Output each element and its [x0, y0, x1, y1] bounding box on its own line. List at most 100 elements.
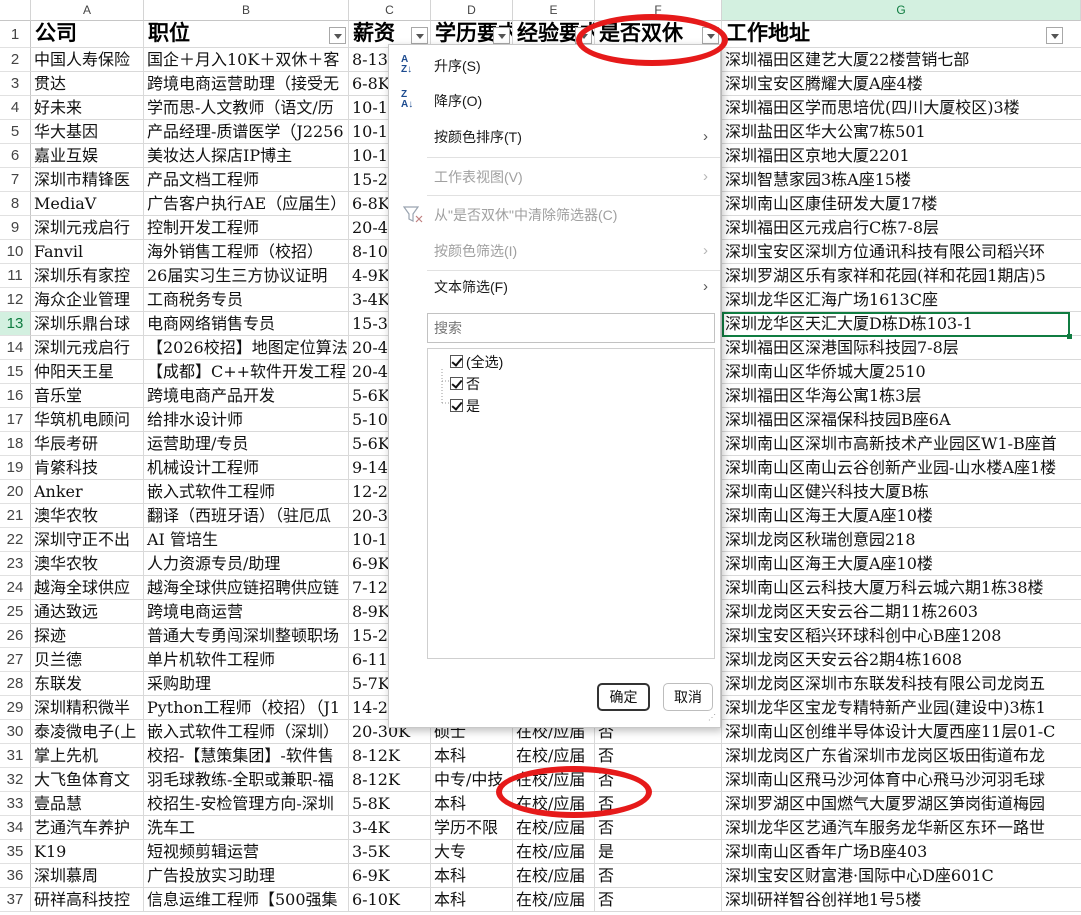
cell-address[interactable]: 深圳龙岗区天安云谷二期11栋2603	[722, 600, 1081, 624]
corner-select-all[interactable]	[0, 0, 31, 21]
row-number[interactable]: 1	[0, 21, 31, 48]
cell-company[interactable]: 深圳市精锋医	[31, 168, 144, 192]
row-number[interactable]: 14	[0, 336, 31, 360]
cell-double-weekend[interactable]: 否	[595, 864, 722, 888]
row-number[interactable]: 24	[0, 576, 31, 600]
cell-company[interactable]: 贝兰德	[31, 648, 144, 672]
row-number[interactable]: 28	[0, 672, 31, 696]
cell-position[interactable]: 海外销售工程师（校招）	[144, 240, 349, 264]
cell-experience[interactable]: 在校/应届	[513, 744, 595, 768]
col-header-a[interactable]: A	[31, 0, 144, 21]
cell-address[interactable]: 深圳南山区康佳研发大厦17楼	[722, 192, 1081, 216]
cell-address[interactable]: 深圳研祥智谷创祥地1号5楼	[722, 888, 1081, 912]
cell-position[interactable]: 广告客户执行AE（应届生）	[144, 192, 349, 216]
cell-company[interactable]: 音乐堂	[31, 384, 144, 408]
row-number[interactable]: 12	[0, 288, 31, 312]
cell-address[interactable]: 深圳福田区建艺大厦22楼营销七部	[722, 48, 1081, 72]
cell-address[interactable]: 深圳福田区学而思培优(四川大厦校区)3楼	[722, 96, 1081, 120]
row-number[interactable]: 6	[0, 144, 31, 168]
resize-grip-icon[interactable]: ⋰	[708, 714, 718, 725]
cell-address[interactable]: 深圳龙岗区秋瑞创意园218	[722, 528, 1081, 552]
cell-address[interactable]: 深圳南山区海王大厦A座10楼	[722, 504, 1081, 528]
cell-company[interactable]: 海众企业管理	[31, 288, 144, 312]
cell-position[interactable]: 给排水设计师	[144, 408, 349, 432]
cell-experience[interactable]: 在校/应届	[513, 840, 595, 864]
cell-address[interactable]: 深圳宝安区稻兴环球科创中心B座1208	[722, 624, 1081, 648]
col-header-c[interactable]: C	[349, 0, 431, 21]
cell-address[interactable]: 深圳龙岗区深圳市东联发科技有限公司龙岗五	[722, 672, 1081, 696]
cell-address[interactable]: 深圳宝安区腾耀大厦A座4楼	[722, 72, 1081, 96]
cell-company[interactable]: K19	[31, 840, 144, 864]
cell-address[interactable]: 深圳龙华区艺通汽车服务龙华新区东环一路世	[722, 816, 1081, 840]
cell-company[interactable]: 深圳守正不出	[31, 528, 144, 552]
ok-button[interactable]: 确定	[597, 683, 650, 711]
cell-salary[interactable]: 3-5K	[349, 840, 431, 864]
cell-address[interactable]: 深圳南山区海王大厦A座10楼	[722, 552, 1081, 576]
cell-company[interactable]: 深圳慕周	[31, 864, 144, 888]
cell-company[interactable]: Fanvil	[31, 240, 144, 264]
cell-double-weekend[interactable]: 否	[595, 888, 722, 912]
cell-position[interactable]: 短视频剪辑运营	[144, 840, 349, 864]
cell-company[interactable]: 壹品慧	[31, 792, 144, 816]
cell-company[interactable]: 探迹	[31, 624, 144, 648]
cell-address[interactable]: 深圳南山区云科技大厦万科云城六期1栋38楼	[722, 576, 1081, 600]
row-number[interactable]: 25	[0, 600, 31, 624]
cell-address[interactable]: 深圳福田区深港国际科技园7-8层	[722, 336, 1081, 360]
cell-salary[interactable]: 8-12K	[349, 744, 431, 768]
cell-position[interactable]: 【成都】C++软件开发工程	[144, 360, 349, 384]
cell-address[interactable]: 深圳宝安区深圳方位通讯科技有限公司稻兴环	[722, 240, 1081, 264]
cell-position[interactable]: 产品文档工程师	[144, 168, 349, 192]
row-number[interactable]: 36	[0, 864, 31, 888]
cell-double-weekend[interactable]: 否	[595, 744, 722, 768]
cell-company[interactable]: 澳华农牧	[31, 504, 144, 528]
filter-option-yes[interactable]: 是	[436, 396, 556, 416]
cell-address[interactable]: 深圳福田区华海公寓1栋3层	[722, 384, 1081, 408]
cell-address[interactable]: 深圳龙华区汇海广场1613C座	[722, 288, 1081, 312]
cell-salary[interactable]: 8-12K	[349, 768, 431, 792]
cell-position[interactable]: 机械设计工程师	[144, 456, 349, 480]
row-number[interactable]: 33	[0, 792, 31, 816]
cell-company[interactable]: 艺通汽车养护	[31, 816, 144, 840]
cell-position[interactable]: 信息运维工程师【500强集	[144, 888, 349, 912]
row-number[interactable]: 13	[0, 312, 31, 336]
cell-address[interactable]: 深圳南山区健兴科技大厦B栋	[722, 480, 1081, 504]
col-header-b[interactable]: B	[144, 0, 349, 21]
row-number[interactable]: 11	[0, 264, 31, 288]
row-number[interactable]: 37	[0, 888, 31, 912]
cell-salary[interactable]: 6-10K	[349, 888, 431, 912]
col-header-g[interactable]: G	[722, 0, 1081, 21]
cell-company[interactable]: 贯达	[31, 72, 144, 96]
row-number[interactable]: 35	[0, 840, 31, 864]
cell-experience[interactable]: 在校/应届	[513, 864, 595, 888]
cell-company[interactable]: MediaV	[31, 192, 144, 216]
cell-address[interactable]: 深圳南山区香年广场B座403	[722, 840, 1081, 864]
row-number[interactable]: 7	[0, 168, 31, 192]
row-number[interactable]: 17	[0, 408, 31, 432]
cell-company[interactable]: 大飞鱼体育文	[31, 768, 144, 792]
cell-education[interactable]: 本科	[431, 864, 513, 888]
cell-position[interactable]: 洗车工	[144, 816, 349, 840]
cell-address[interactable]: 深圳南山区飛马沙河体育中心飛马沙河羽毛球	[722, 768, 1081, 792]
cell-company[interactable]: 泰凌微电子(上	[31, 720, 144, 744]
row-number[interactable]: 16	[0, 384, 31, 408]
cell-experience[interactable]: 在校/应届	[513, 888, 595, 912]
cell-position[interactable]: 人力资源专员/助理	[144, 552, 349, 576]
cell-address[interactable]: 深圳福田区深福保科技园B座6A	[722, 408, 1081, 432]
row-number[interactable]: 10	[0, 240, 31, 264]
cell-education[interactable]: 本科	[431, 888, 513, 912]
cell-address[interactable]: 深圳南山区创维半导体设计大厦西座11层01-C	[722, 720, 1081, 744]
cell-salary[interactable]: 3-4K	[349, 816, 431, 840]
cell-position[interactable]: 产品经理-质谱医学（J2256	[144, 120, 349, 144]
cell-address[interactable]: 深圳龙岗区广东省深圳市龙岗区坂田街道布龙	[722, 744, 1081, 768]
cell-address[interactable]: 深圳南山区深圳市高新技术产业园区W1-B座首	[722, 432, 1081, 456]
cell-position[interactable]: 普通大专勇闯深圳整顿职场	[144, 624, 349, 648]
cell-position[interactable]: 越海全球供应链招聘供应链	[144, 576, 349, 600]
cell-company[interactable]: 深圳元戎启行	[31, 216, 144, 240]
cell-company[interactable]: 研祥高科技控	[31, 888, 144, 912]
row-number[interactable]: 9	[0, 216, 31, 240]
cell-company[interactable]: 华辰考研	[31, 432, 144, 456]
cell-address[interactable]: 深圳智慧家园3栋A座15楼	[722, 168, 1081, 192]
cell-position[interactable]: 26届实习生三方协议证明	[144, 264, 349, 288]
cell-education[interactable]: 大专	[431, 840, 513, 864]
cell-experience[interactable]: 在校/应届	[513, 816, 595, 840]
